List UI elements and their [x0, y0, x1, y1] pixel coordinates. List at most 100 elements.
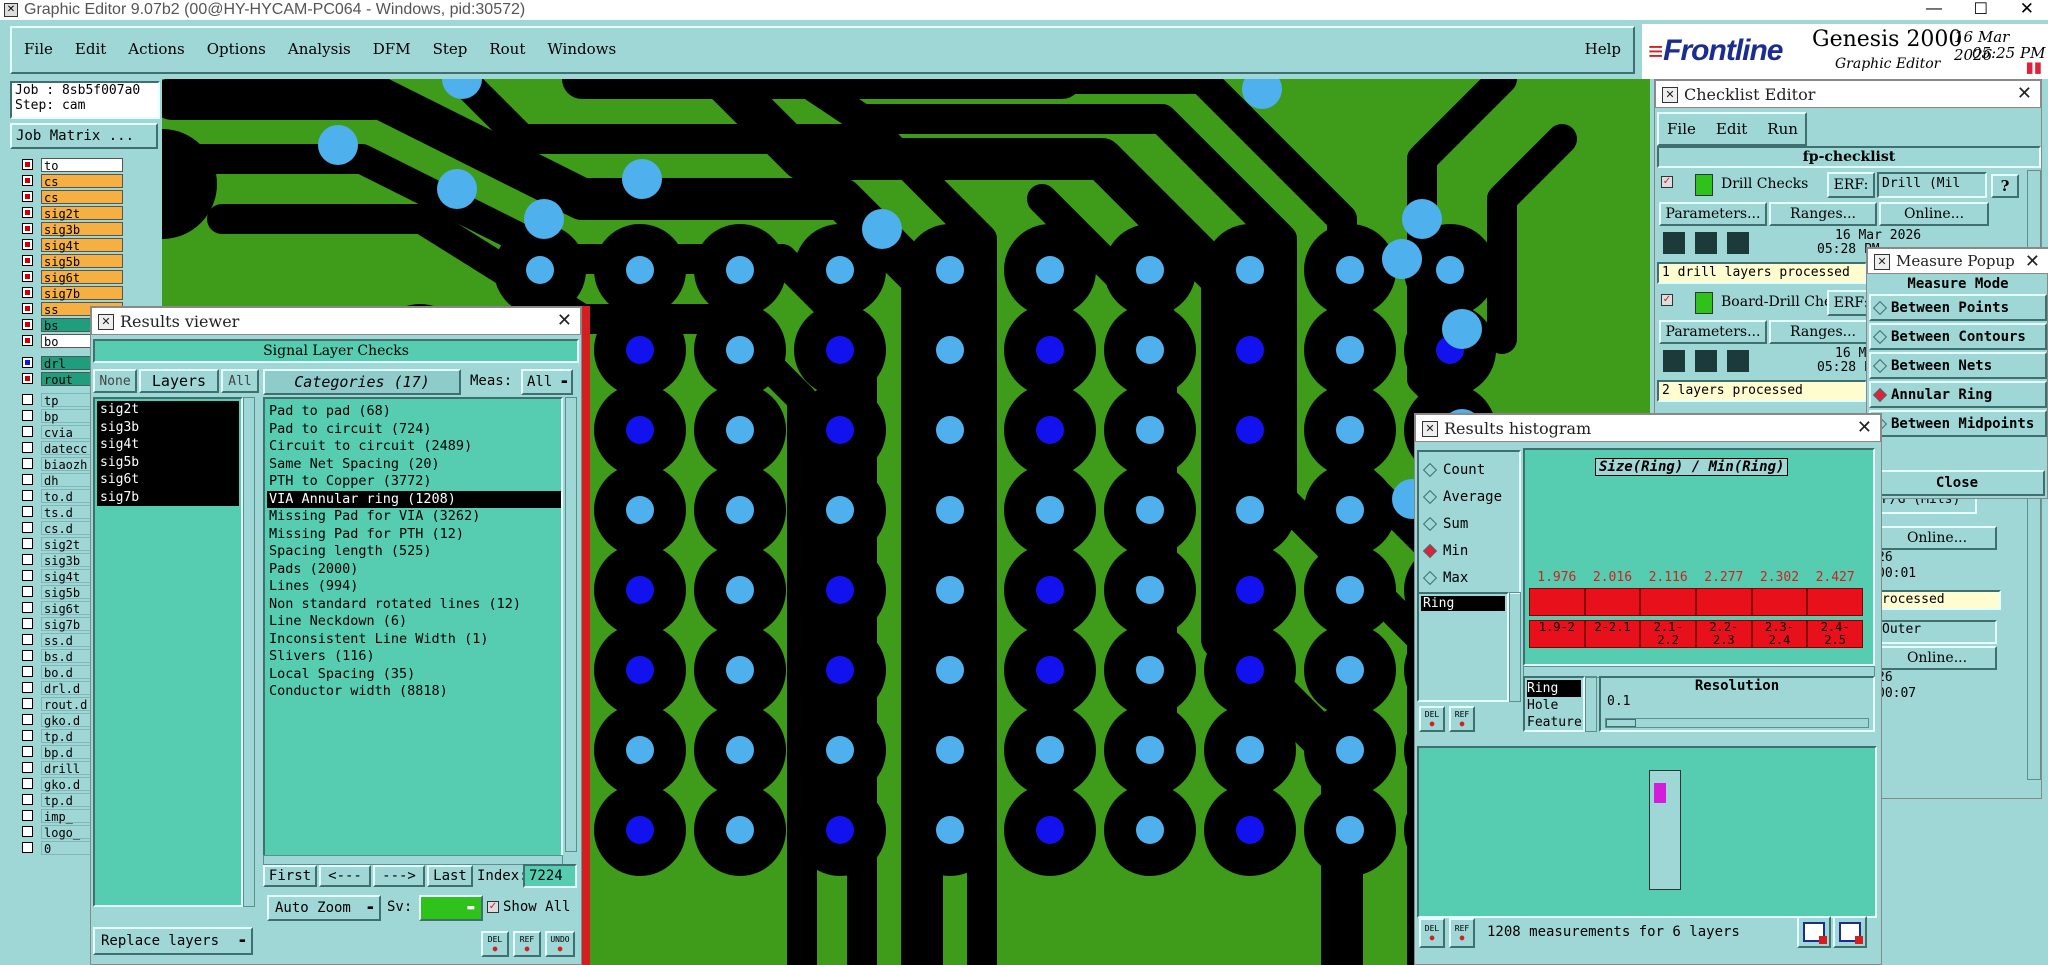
- layer-checkbox[interactable]: [22, 746, 33, 757]
- layer-checkbox[interactable]: [22, 159, 33, 170]
- online-button[interactable]: Online...: [1877, 526, 1997, 550]
- layer-row-sig5b[interactable]: sig5b: [22, 253, 123, 269]
- layer-name[interactable]: sig6t: [41, 269, 123, 285]
- layer-checkbox[interactable]: [22, 810, 33, 821]
- measure-titlebar[interactable]: ✕ Measure Popup ✕: [1867, 248, 2048, 274]
- ranges-button[interactable]: Ranges...: [1769, 320, 1877, 344]
- category-item[interactable]: Missing Pad for VIA (3262): [267, 508, 561, 526]
- measure-option[interactable]: Between Contours: [1869, 323, 2047, 350]
- layer-checkbox[interactable]: [22, 634, 33, 645]
- measure-option[interactable]: Annular Ring: [1869, 381, 2047, 408]
- layer-checkbox[interactable]: [22, 287, 33, 298]
- undo-button[interactable]: UNDO ●: [545, 931, 575, 957]
- category-item[interactable]: Slivers (116): [267, 648, 561, 666]
- replace-layers-dropdown[interactable]: Replace layers ▬: [93, 927, 253, 955]
- rv-layer-item[interactable]: sig4t: [97, 436, 239, 454]
- layer-name[interactable]: to: [41, 157, 123, 173]
- layer-checkbox[interactable]: [22, 666, 33, 677]
- layer-checkbox[interactable]: [22, 426, 33, 437]
- layer-name[interactable]: cs: [41, 173, 123, 189]
- rv-layer-item[interactable]: sig6t: [97, 471, 239, 489]
- prev-button[interactable]: <---: [319, 865, 371, 887]
- action-checkbox[interactable]: ✓: [1661, 294, 1673, 306]
- group-option[interactable]: Hole: [1527, 697, 1581, 714]
- close-button[interactable]: ✕: [2020, 0, 2034, 19]
- layer-row-sig4t[interactable]: sig4t: [22, 237, 123, 253]
- show-all-checkbox[interactable]: ✓ Show All: [487, 899, 570, 915]
- export-graph-button[interactable]: [1797, 916, 1831, 948]
- menu-rout[interactable]: Rout: [489, 40, 525, 58]
- rv-layer-item[interactable]: sig5b: [97, 453, 239, 471]
- group-options-scrollbar[interactable]: [1585, 676, 1597, 732]
- menu-options[interactable]: Options: [207, 40, 266, 58]
- group-option[interactable]: Feature: [1527, 714, 1582, 730]
- layer-checkbox[interactable]: [22, 357, 33, 368]
- menu-edit[interactable]: Edit: [75, 40, 106, 58]
- layer-row-sig2t[interactable]: sig2t: [22, 205, 123, 221]
- layer-checkbox[interactable]: [22, 207, 33, 218]
- layer-checkbox[interactable]: [22, 410, 33, 421]
- ranges-button[interactable]: Ranges...: [1769, 202, 1877, 226]
- layers-all-button[interactable]: All: [221, 369, 259, 393]
- close-icon[interactable]: ✕: [2017, 83, 2032, 104]
- menu-windows[interactable]: Windows: [547, 40, 616, 58]
- layer-checkbox[interactable]: [22, 239, 33, 250]
- close-icon[interactable]: ✕: [2025, 251, 2040, 272]
- measure-option[interactable]: Between Points: [1869, 294, 2047, 321]
- layer-checkbox[interactable]: [22, 698, 33, 709]
- category-item[interactable]: Spacing length (525): [267, 543, 561, 561]
- run-icon[interactable]: [1725, 348, 1751, 374]
- categories-button[interactable]: Categories (17): [263, 369, 461, 395]
- layers-none-button[interactable]: None: [93, 369, 137, 393]
- checklist-menu-file[interactable]: File: [1667, 120, 1696, 138]
- layer-checkbox[interactable]: [22, 650, 33, 661]
- layer-checkbox[interactable]: [22, 442, 33, 453]
- layer-checkbox[interactable]: [22, 602, 33, 613]
- menu-file[interactable]: File: [24, 40, 53, 58]
- stat-option[interactable]: Max: [1422, 564, 1519, 591]
- category-item[interactable]: Pad to circuit (724): [267, 421, 561, 439]
- layer-checkbox[interactable]: [22, 394, 33, 405]
- layer-checkbox[interactable]: [22, 682, 33, 693]
- layer-name[interactable]: sig7b: [41, 285, 123, 301]
- layer-checkbox[interactable]: [22, 794, 33, 805]
- parameters-button[interactable]: Parameters...: [1659, 202, 1767, 226]
- layer-checkbox[interactable]: [22, 778, 33, 789]
- hist-ref-button[interactable]: REF ●: [1449, 706, 1475, 732]
- histogram-bar[interactable]: 2.302 2.3-2.4: [1751, 570, 1808, 660]
- layer-checkbox[interactable]: [22, 223, 33, 234]
- category-item[interactable]: PTH to Copper (3772): [267, 473, 561, 491]
- category-item[interactable]: Non standard rotated lines (12): [267, 596, 561, 614]
- layer-checkbox[interactable]: [22, 474, 33, 485]
- checklist-menu-edit[interactable]: Edit: [1716, 120, 1747, 138]
- histogram-bar[interactable]: 2.016 2-2.1: [1584, 570, 1641, 660]
- menu-dfm[interactable]: DFM: [373, 40, 411, 58]
- preview-ref-button[interactable]: REF ●: [1449, 918, 1475, 948]
- stat-option[interactable]: Average: [1422, 483, 1519, 510]
- category-item[interactable]: Pads (2000): [267, 561, 561, 579]
- job-matrix-button[interactable]: Job Matrix ...: [10, 123, 158, 149]
- preview-del-button[interactable]: DEL ●: [1419, 918, 1445, 948]
- rv-layer-item[interactable]: sig2t: [97, 401, 239, 419]
- rv-layer-scrollbar[interactable]: [243, 397, 255, 907]
- next-button[interactable]: --->: [373, 865, 425, 887]
- online-button[interactable]: Online...: [1879, 202, 1989, 226]
- layer-checkbox[interactable]: [22, 303, 33, 314]
- menu-analysis[interactable]: Analysis: [288, 40, 351, 58]
- layer-checkbox[interactable]: [22, 458, 33, 469]
- layer-row-sig6t[interactable]: sig6t: [22, 269, 123, 285]
- print-graph-button[interactable]: [1833, 916, 1867, 948]
- index-input[interactable]: 7224: [523, 864, 577, 888]
- layer-checkbox[interactable]: [22, 714, 33, 725]
- meas-dropdown[interactable]: All ▬: [521, 369, 573, 395]
- layer-checkbox[interactable]: [22, 335, 33, 346]
- category-item[interactable]: Circuit to circuit (2489): [267, 438, 561, 456]
- category-item[interactable]: Lines (994): [267, 578, 561, 596]
- group-option[interactable]: Ring: [1527, 680, 1581, 697]
- menu-step[interactable]: Step: [433, 40, 468, 58]
- layer-checkbox[interactable]: [22, 842, 33, 853]
- category-item[interactable]: Same Net Spacing (20): [267, 456, 561, 474]
- layer-checkbox[interactable]: [22, 191, 33, 202]
- categories-scrollbar[interactable]: [565, 397, 577, 852]
- category-item[interactable]: Line Neckdown (6): [267, 613, 561, 631]
